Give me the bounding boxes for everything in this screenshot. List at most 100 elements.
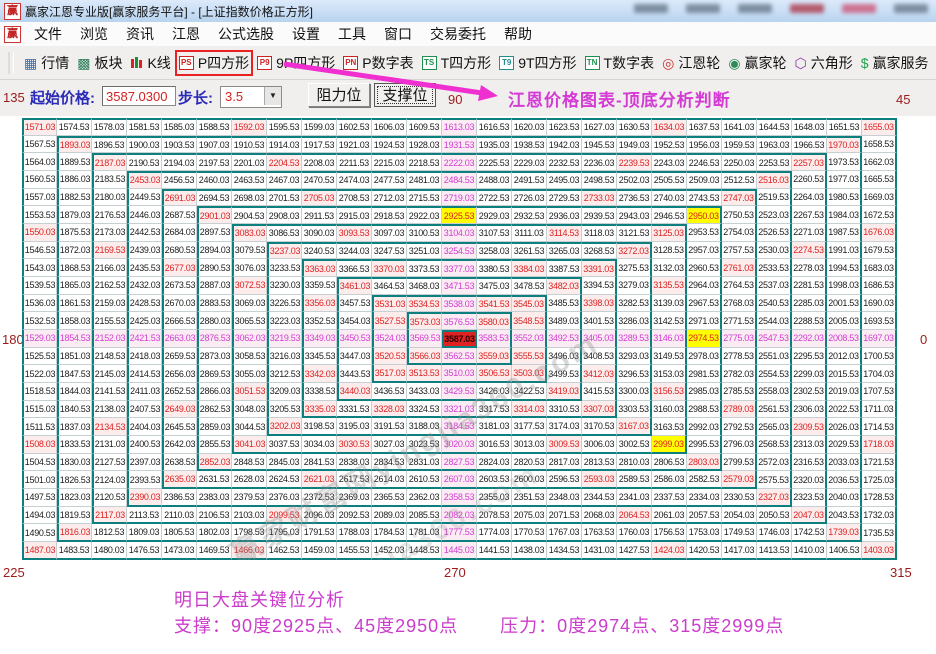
grid-cell-r5-c20[interactable]: 2750.53 bbox=[722, 206, 757, 224]
grid-cell-r9-c19[interactable]: 2964.03 bbox=[687, 277, 722, 295]
grid-cell-r21-c19[interactable]: 2334.03 bbox=[687, 489, 722, 507]
grid-cell-r14-c5[interactable]: 2869.53 bbox=[197, 365, 232, 383]
grid-cell-r16-c19[interactable]: 2988.53 bbox=[687, 401, 722, 419]
grid-cell-r20-c8[interactable]: 2621.03 bbox=[302, 471, 337, 489]
grid-cell-r9-c23[interactable]: 1998.03 bbox=[827, 277, 862, 295]
grid-cell-r14-c20[interactable]: 2782.03 bbox=[722, 365, 757, 383]
grid-cell-r23-c22[interactable]: 1742.53 bbox=[792, 524, 827, 542]
grid-cell-r4-c6[interactable]: 2698.03 bbox=[232, 189, 267, 207]
grid-cell-r21-c23[interactable]: 2040.03 bbox=[827, 489, 862, 507]
grid-cell-r20-c4[interactable]: 2635.03 bbox=[162, 471, 197, 489]
grid-cell-r24-c2[interactable]: 1480.03 bbox=[92, 542, 127, 560]
grid-cell-r1-c18[interactable]: 1952.53 bbox=[652, 136, 687, 154]
grid-cell-r2-c4[interactable]: 2194.03 bbox=[162, 153, 197, 171]
grid-cell-r0-c19[interactable]: 1637.53 bbox=[687, 118, 722, 136]
grid-cell-r18-c13[interactable]: 3016.53 bbox=[477, 436, 512, 454]
grid-cell-r11-c17[interactable]: 3286.03 bbox=[617, 312, 652, 330]
grid-cell-r18-c16[interactable]: 3006.03 bbox=[582, 436, 617, 454]
grid-cell-r4-c1[interactable]: 1882.53 bbox=[57, 189, 92, 207]
grid-cell-r4-c16[interactable]: 2733.03 bbox=[582, 189, 617, 207]
grid-cell-r21-c15[interactable]: 2348.03 bbox=[547, 489, 582, 507]
grid-cell-r22-c10[interactable]: 2089.03 bbox=[372, 507, 407, 525]
grid-cell-r10-c22[interactable]: 2285.03 bbox=[792, 295, 827, 313]
grid-cell-r10-c15[interactable]: 3485.53 bbox=[547, 295, 582, 313]
grid-cell-r2-c5[interactable]: 2197.53 bbox=[197, 153, 232, 171]
grid-cell-r3-c18[interactable]: 2505.53 bbox=[652, 171, 687, 189]
grid-cell-r22-c15[interactable]: 2071.53 bbox=[547, 507, 582, 525]
grid-cell-r13-c5[interactable]: 2873.03 bbox=[197, 348, 232, 366]
grid-cell-r7-c20[interactable]: 2757.53 bbox=[722, 242, 757, 260]
grid-cell-r13-c1[interactable]: 1851.03 bbox=[57, 348, 92, 366]
grid-cell-r0-c3[interactable]: 1581.53 bbox=[127, 118, 162, 136]
grid-cell-r14-c21[interactable]: 2554.53 bbox=[757, 365, 792, 383]
grid-cell-r20-c13[interactable]: 2603.53 bbox=[477, 471, 512, 489]
grid-cell-r1-c15[interactable]: 1942.03 bbox=[547, 136, 582, 154]
grid-cell-r4-c8[interactable]: 2705.03 bbox=[302, 189, 337, 207]
grid-cell-r21-c6[interactable]: 2379.53 bbox=[232, 489, 267, 507]
grid-cell-r17-c13[interactable]: 3181.03 bbox=[477, 418, 512, 436]
grid-cell-r12-c20[interactable]: 2775.03 bbox=[722, 330, 757, 348]
grid-cell-r19-c15[interactable]: 2817.03 bbox=[547, 454, 582, 472]
grid-cell-r16-c24[interactable]: 1711.03 bbox=[862, 401, 897, 419]
grid-cell-r15-c19[interactable]: 2985.03 bbox=[687, 383, 722, 401]
toolbar-item-gann-wheel[interactable]: ◎江恩轮 bbox=[658, 50, 724, 76]
grid-cell-r15-c10[interactable]: 3436.53 bbox=[372, 383, 407, 401]
grid-cell-r24-c23[interactable]: 1406.53 bbox=[827, 542, 862, 560]
grid-cell-r8-c15[interactable]: 3387.53 bbox=[547, 259, 582, 277]
grid-cell-r1-c22[interactable]: 1966.53 bbox=[792, 136, 827, 154]
grid-cell-r12-c3[interactable]: 2421.53 bbox=[127, 330, 162, 348]
grid-cell-r6-c15[interactable]: 3114.53 bbox=[547, 224, 582, 242]
grid-cell-r16-c5[interactable]: 2862.53 bbox=[197, 401, 232, 419]
grid-cell-r21-c8[interactable]: 2372.53 bbox=[302, 489, 337, 507]
toolbar-item-t-table[interactable]: TNT数字表 bbox=[581, 50, 659, 76]
grid-cell-r14-c8[interactable]: 3342.03 bbox=[302, 365, 337, 383]
grid-cell-r15-c21[interactable]: 2558.03 bbox=[757, 383, 792, 401]
grid-cell-r21-c12[interactable]: 2358.53 bbox=[442, 489, 477, 507]
grid-cell-r4-c9[interactable]: 2708.53 bbox=[337, 189, 372, 207]
menu-item-8[interactable]: 窗口 bbox=[375, 22, 421, 46]
start-price-input[interactable] bbox=[102, 86, 176, 106]
grid-cell-r17-c16[interactable]: 3170.53 bbox=[582, 418, 617, 436]
grid-cell-r2-c6[interactable]: 2201.03 bbox=[232, 153, 267, 171]
grid-cell-r12-c8[interactable]: 3349.03 bbox=[302, 330, 337, 348]
grid-cell-r7-c11[interactable]: 3251.03 bbox=[407, 242, 442, 260]
grid-cell-r20-c3[interactable]: 2393.53 bbox=[127, 471, 162, 489]
grid-cell-r10-c20[interactable]: 2768.03 bbox=[722, 295, 757, 313]
grid-cell-r8-c21[interactable]: 2533.53 bbox=[757, 259, 792, 277]
grid-cell-r24-c11[interactable]: 1448.53 bbox=[407, 542, 442, 560]
grid-cell-r13-c13[interactable]: 3559.03 bbox=[477, 348, 512, 366]
grid-cell-r19-c20[interactable]: 2799.53 bbox=[722, 454, 757, 472]
grid-cell-r6-c8[interactable]: 3090.03 bbox=[302, 224, 337, 242]
grid-cell-r15-c16[interactable]: 3415.53 bbox=[582, 383, 617, 401]
grid-cell-r16-c9[interactable]: 3331.53 bbox=[337, 401, 372, 419]
grid-cell-r22-c16[interactable]: 2068.03 bbox=[582, 507, 617, 525]
grid-cell-r4-c14[interactable]: 2726.03 bbox=[512, 189, 547, 207]
grid-cell-r10-c12[interactable]: 3538.03 bbox=[442, 295, 477, 313]
grid-cell-r9-c7[interactable]: 3230.03 bbox=[267, 277, 302, 295]
grid-cell-r11-c9[interactable]: 3454.03 bbox=[337, 312, 372, 330]
grid-cell-r9-c16[interactable]: 3394.53 bbox=[582, 277, 617, 295]
grid-cell-r21-c4[interactable]: 2386.53 bbox=[162, 489, 197, 507]
grid-cell-r21-c5[interactable]: 2383.03 bbox=[197, 489, 232, 507]
grid-cell-r3-c22[interactable]: 2260.53 bbox=[792, 171, 827, 189]
grid-cell-r23-c4[interactable]: 1805.53 bbox=[162, 524, 197, 542]
grid-cell-r24-c5[interactable]: 1469.53 bbox=[197, 542, 232, 560]
grid-cell-r19-c11[interactable]: 2831.03 bbox=[407, 454, 442, 472]
grid-cell-r19-c10[interactable]: 2834.53 bbox=[372, 454, 407, 472]
grid-cell-r18-c12[interactable]: 3020.03 bbox=[442, 436, 477, 454]
grid-cell-r10-c24[interactable]: 1690.03 bbox=[862, 295, 897, 313]
grid-cell-r6-c23[interactable]: 1987.53 bbox=[827, 224, 862, 242]
grid-cell-r15-c2[interactable]: 2141.53 bbox=[92, 383, 127, 401]
grid-cell-r1-c8[interactable]: 1917.53 bbox=[302, 136, 337, 154]
grid-cell-r24-c12[interactable]: 1445.03 bbox=[442, 542, 477, 560]
grid-cell-r16-c0[interactable]: 1515.03 bbox=[22, 401, 57, 419]
grid-cell-r9-c15[interactable]: 3482.03 bbox=[547, 277, 582, 295]
grid-cell-r5-c11[interactable]: 2922.03 bbox=[407, 206, 442, 224]
grid-cell-r23-c2[interactable]: 1812.53 bbox=[92, 524, 127, 542]
grid-cell-r18-c5[interactable]: 2855.53 bbox=[197, 436, 232, 454]
grid-cell-r2-c24[interactable]: 1662.03 bbox=[862, 153, 897, 171]
grid-cell-r7-c21[interactable]: 2530.03 bbox=[757, 242, 792, 260]
grid-cell-r20-c11[interactable]: 2610.53 bbox=[407, 471, 442, 489]
grid-cell-r21-c16[interactable]: 2344.53 bbox=[582, 489, 617, 507]
grid-cell-r10-c13[interactable]: 3541.53 bbox=[477, 295, 512, 313]
